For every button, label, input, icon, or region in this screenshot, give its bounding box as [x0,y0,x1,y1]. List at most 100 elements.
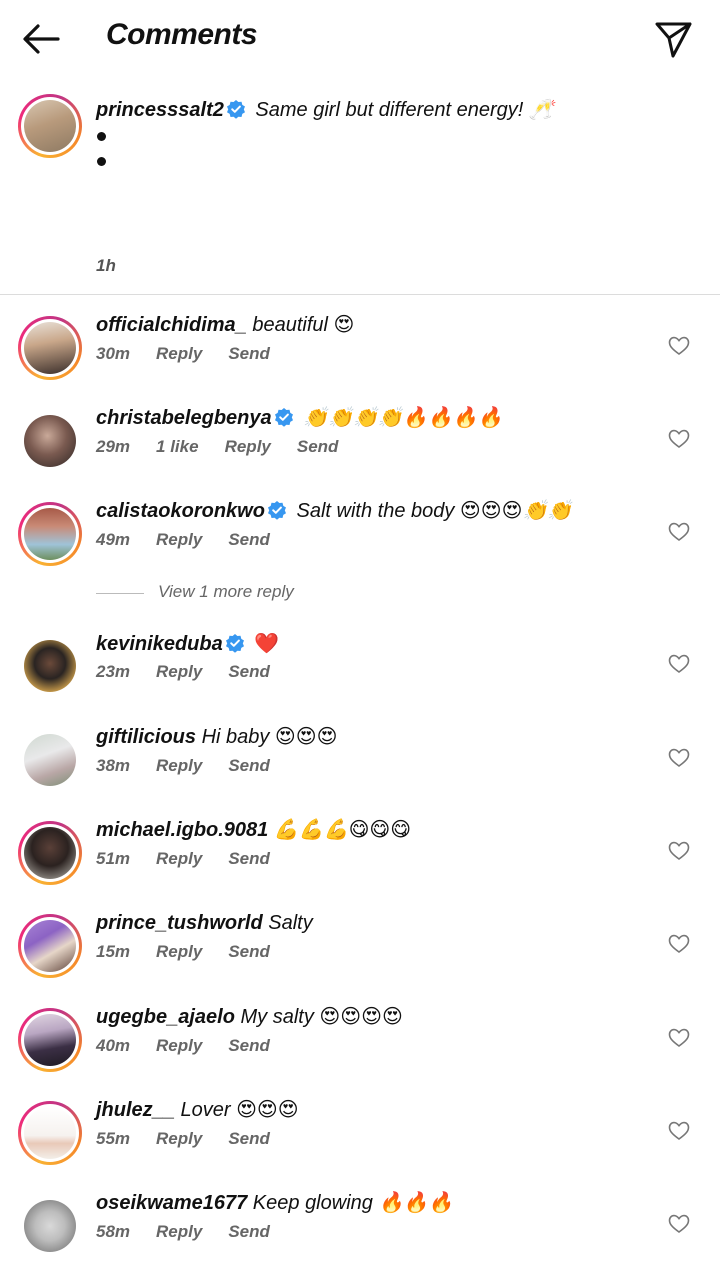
comment-time: 51m [96,849,131,868]
avatar[interactable] [18,409,82,473]
send-button[interactable]: Send [228,849,270,868]
heart-icon[interactable] [668,429,690,449]
send-button[interactable]: Send [228,662,270,681]
heart-icon[interactable] [668,654,690,674]
comment-meta: 30m Reply Send [96,344,296,364]
comment-row: oseikwame1677 Keep glowing 🔥🔥🔥 58m Reply S… [0,1190,720,1269]
heart-icon[interactable] [668,522,690,542]
comment-meta: 38m Reply Send [96,756,296,776]
avatar-photo [24,827,76,879]
comment-username[interactable]: giftilicious [96,726,196,748]
comment-username[interactable]: kevinikeduba [96,633,223,655]
avatar-photo [24,100,76,152]
verified-badge-icon [267,501,286,520]
reply-button[interactable]: Reply [156,756,202,775]
back-arrow-icon[interactable] [20,20,62,58]
comment-meta: 40m Reply Send [96,1036,296,1056]
reply-button[interactable]: Reply [156,1129,202,1148]
comment-time: 40m [96,1036,131,1055]
comment-time: 49m [96,530,131,549]
caption-body: Same girl but different energy! 🥂 [255,99,554,121]
comment-time: 23m [96,662,131,681]
comment-username[interactable]: oseikwame1677 [96,1192,247,1214]
avatar[interactable] [18,502,82,566]
send-button[interactable]: Send [228,1222,270,1241]
caption-timestamp: 1h [96,256,116,275]
send-button[interactable]: Send [228,756,270,775]
reply-button[interactable]: Reply [156,849,202,868]
avatar-photo [24,920,76,972]
comment-username[interactable]: prince_tushworld [96,912,263,934]
comment-text: beautiful 😍 [252,314,355,336]
comment-text: Keep glowing 🔥🔥🔥 [252,1192,454,1214]
avatar[interactable] [18,1101,82,1165]
reply-button[interactable]: Reply [156,344,202,363]
send-button[interactable]: Send [228,530,270,549]
comment-row: christabelegbenya 👏👏👏👏🔥🔥🔥🔥 29m 1 like Repl… [0,405,720,485]
view-more-replies-link[interactable]: View 1 more reply [158,582,294,602]
avatar[interactable] [18,94,82,158]
send-button[interactable]: Send [297,437,339,456]
comment-username[interactable]: christabelegbenya [96,407,272,429]
direct-send-icon[interactable] [652,18,694,60]
bullet-dot [97,157,106,166]
send-button[interactable]: Send [228,942,270,961]
reply-button[interactable]: Reply [156,942,202,961]
comment-username[interactable]: calistaokoronkwo [96,500,265,522]
avatar-photo [24,1107,76,1159]
avatar[interactable] [18,634,82,698]
reply-button[interactable]: Reply [156,662,202,681]
heart-icon[interactable] [668,1214,690,1234]
heart-icon[interactable] [668,841,690,861]
comment-meta: 55m Reply Send [96,1129,296,1149]
comment-time: 55m [96,1129,131,1148]
heart-icon[interactable] [668,934,690,954]
reply-button[interactable]: Reply [156,1036,202,1055]
avatar[interactable] [18,821,82,885]
avatar[interactable] [18,728,82,792]
verified-badge-icon [274,408,293,427]
avatar[interactable] [18,914,82,978]
bullet-dot [97,132,106,141]
avatar[interactable] [18,1194,82,1258]
reply-button[interactable]: Reply [156,1222,202,1241]
comment-username[interactable]: jhulez__ [96,1099,175,1121]
reply-button[interactable]: Reply [225,437,271,456]
heart-icon[interactable] [668,336,690,356]
header-bar: Comments [0,0,720,80]
comment-text: ❤️ [254,631,280,655]
send-button[interactable]: Send [228,1036,270,1055]
avatar[interactable] [18,316,82,380]
send-button[interactable]: Send [228,344,270,363]
likes-count[interactable]: 1 like [156,437,199,456]
heart-icon[interactable] [668,1121,690,1141]
comment-meta: 58m Reply Send [96,1222,296,1242]
comment-text: Salt with the body 😍😍😍👏👏 [296,500,573,522]
avatar-photo [24,640,76,692]
avatar-photo [24,1014,76,1066]
heart-icon[interactable] [668,748,690,768]
comment-meta: 15m Reply Send [96,942,296,962]
comment-username[interactable]: ugegbe_ajaelo [96,1006,235,1028]
comment-username[interactable]: michael.igbo.9081 [96,819,268,841]
comment-time: 29m [96,437,131,456]
comment-time: 38m [96,756,131,775]
post-caption: princesssalt2 Same girl but different en… [0,90,720,294]
verified-badge-icon [225,634,244,653]
reply-button[interactable]: Reply [156,530,202,549]
comment-text: Lover 😍😍😍 [180,1099,299,1121]
view-more-replies: View 1 more reply [0,578,720,612]
comment-text: 👏👏👏👏🔥🔥🔥🔥 [303,407,503,429]
comment-row: michael.igbo.9081 💪💪💪😋😋😋 51m Reply Send [0,817,720,897]
caption-username[interactable]: princesssalt2 [96,99,224,121]
send-button[interactable]: Send [228,1129,270,1148]
avatar-photo [24,322,76,374]
avatar[interactable] [18,1008,82,1072]
comment-username[interactable]: officialchidima_ [96,314,247,336]
comment-meta: 51m Reply Send [96,849,296,869]
heart-icon[interactable] [668,1028,690,1048]
comment-text: Salty [268,912,313,934]
comment-row: ugegbe_ajaelo My salty 😍😍😍😍 40m Reply Send [0,1004,720,1084]
comment-row: kevinikeduba ❤️ 23m Reply Send [0,630,720,710]
avatar-photo [24,1200,76,1252]
